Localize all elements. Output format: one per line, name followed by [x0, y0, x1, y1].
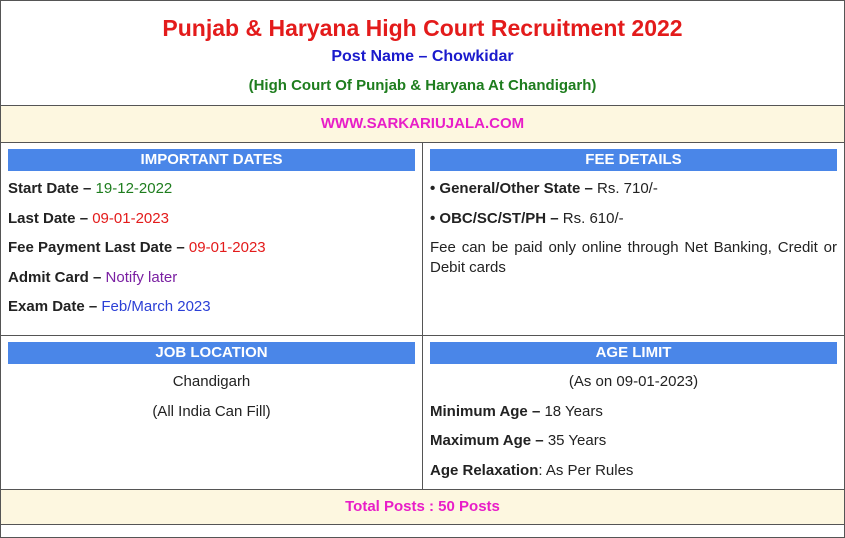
total-posts-cell: Total Posts : 50 Posts	[0, 488, 845, 525]
important-dates-heading: IMPORTANT DATES	[8, 149, 415, 171]
fee-obc-row: • OBC/SC/ST/PH – Rs. 610/-	[430, 209, 837, 229]
fee-obc-value: Rs. 610/-	[562, 209, 624, 227]
fee-obc-label: • OBC/SC/ST/PH –	[430, 209, 559, 227]
job-location-heading: JOB LOCATION	[8, 342, 415, 364]
admit-card-value: Notify later	[105, 268, 178, 286]
start-date-value: 19-12-2022	[95, 180, 173, 197]
exam-date-row: Exam Date – Feb/March 2023	[8, 297, 415, 317]
min-age-value: 18 Years	[544, 402, 603, 420]
fee-general-value: Rs. 710/-	[596, 180, 658, 197]
admit-card-row: Admit Card – Notify later	[8, 268, 415, 288]
fee-last-date-label: Fee Payment Last Date –	[8, 239, 185, 257]
max-age-row: Maximum Age – 35 Years	[430, 431, 837, 451]
min-age-label: Minimum Age –	[430, 402, 541, 420]
age-as-on: (As on 09-01-2023)	[568, 373, 699, 390]
fee-general-row: • General/Other State – Rs. 710/-	[430, 179, 837, 199]
last-date-value: 09-01-2023	[92, 209, 169, 227]
exam-date-label: Exam Date –	[8, 298, 98, 316]
post-name: Post Name – Chowkidar	[331, 48, 514, 65]
fee-last-date-row: Fee Payment Last Date – 09-01-2023	[8, 238, 415, 258]
fee-details-section: FEE DETAILS • General/Other State – Rs. …	[422, 142, 845, 336]
notice-table: Punjab & Haryana High Court Recruitment …	[0, 0, 845, 538]
website-cell: WWW.SARKARIUJALA.COM	[0, 105, 845, 143]
age-relaxation-value: : As Per Rules	[538, 461, 634, 479]
age-limit-heading: AGE LIMIT	[430, 342, 837, 364]
fee-note: Fee can be paid only online through Net …	[430, 239, 837, 277]
fee-general-label: • General/Other State –	[430, 180, 593, 197]
max-age-label: Maximum Age –	[430, 432, 544, 450]
total-posts: Total Posts : 50 Posts	[345, 497, 500, 515]
recruitment-notice: Punjab & Haryana High Court Recruitment …	[0, 0, 845, 538]
exam-date-value: Feb/March 2023	[101, 298, 211, 316]
fee-details-heading: FEE DETAILS	[430, 149, 837, 171]
job-location-section: JOB LOCATION Chandigarh (All India Can F…	[0, 335, 423, 490]
bottom-spacer	[0, 523, 845, 538]
last-date-row: Last Date – 09-01-2023	[8, 209, 415, 229]
important-dates-section: IMPORTANT DATES Start Date – 19-12-2022 …	[0, 142, 423, 336]
start-date-label: Start Date –	[8, 180, 92, 197]
job-location-note: (All India Can Fill)	[152, 402, 271, 420]
admit-card-label: Admit Card –	[8, 268, 102, 286]
court-name: (High Court Of Punjab & Haryana At Chand…	[248, 77, 597, 94]
age-relaxation-row: Age Relaxation: As Per Rules	[430, 461, 837, 481]
max-age-value: 35 Years	[547, 432, 607, 450]
website-link[interactable]: WWW.SARKARIUJALA.COM	[321, 115, 524, 132]
page-title: Punjab & Haryana High Court Recruitment …	[162, 15, 683, 41]
fee-last-date-value: 09-01-2023	[188, 239, 266, 257]
job-location-city: Chandigarh	[172, 373, 251, 390]
last-date-label: Last Date –	[8, 209, 89, 227]
start-date-row: Start Date – 19-12-2022	[8, 179, 415, 199]
age-limit-section: AGE LIMIT (As on 09-01-2023) Minimum Age…	[422, 335, 845, 490]
min-age-row: Minimum Age – 18 Years	[430, 402, 837, 422]
age-relaxation-label: Age Relaxation	[430, 461, 539, 479]
header-cell: Punjab & Haryana High Court Recruitment …	[0, 0, 845, 106]
